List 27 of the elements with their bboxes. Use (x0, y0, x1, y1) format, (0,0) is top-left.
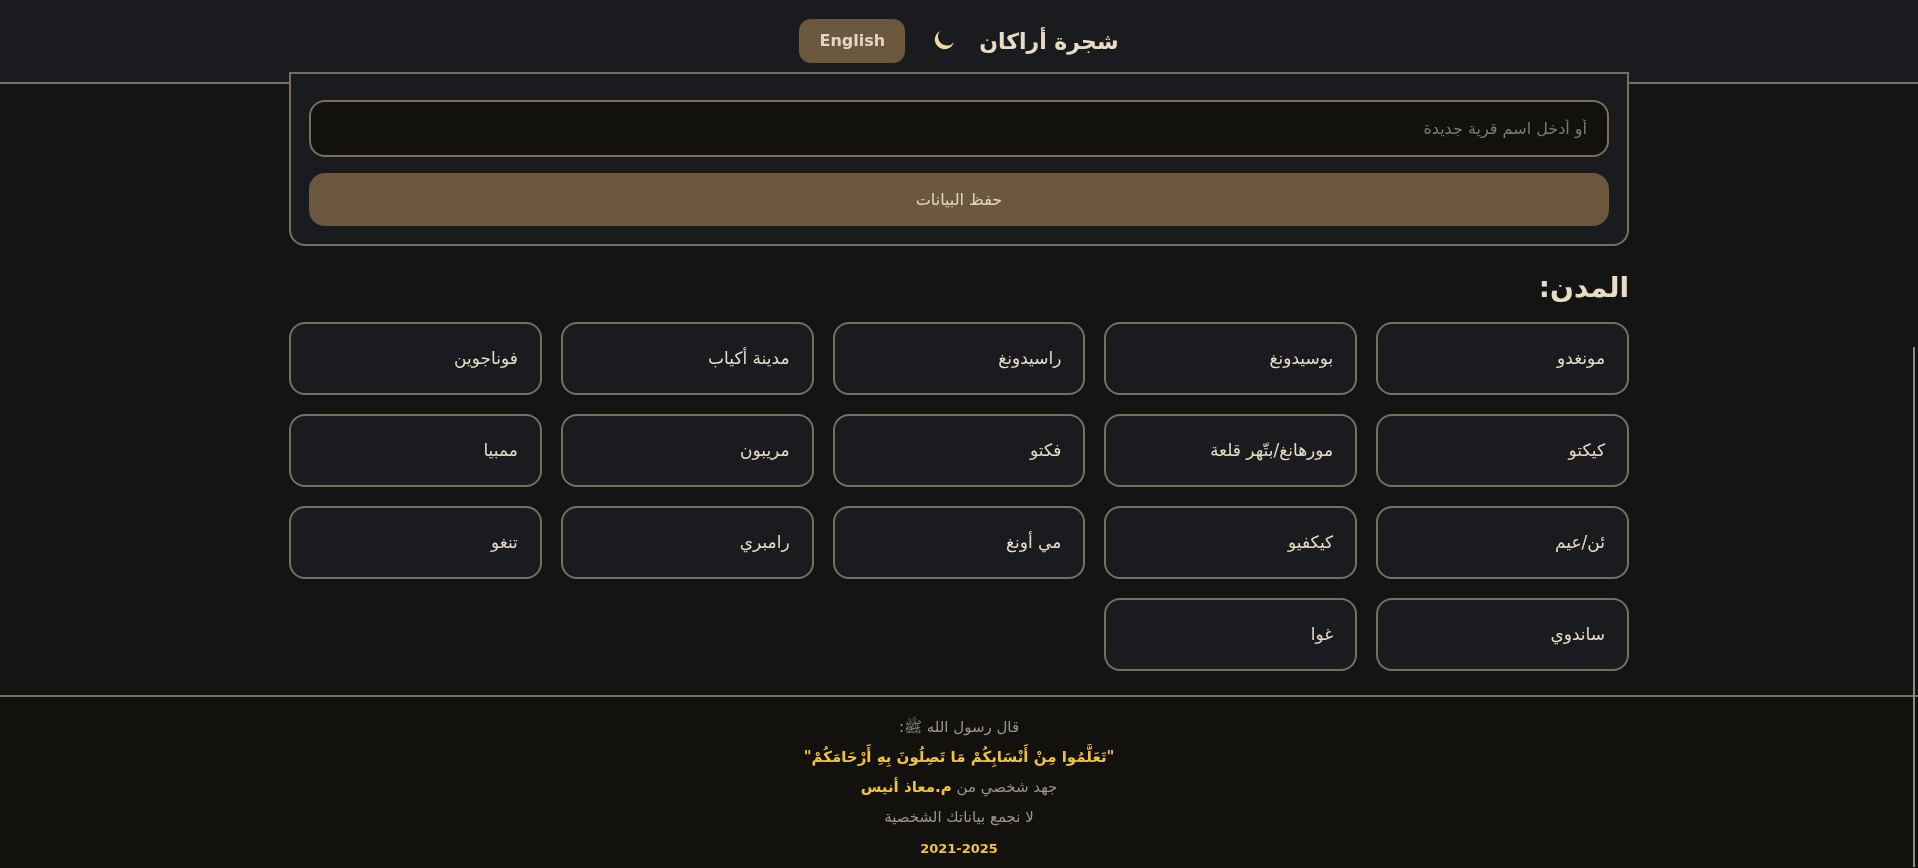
city-card[interactable]: تنغو (289, 506, 542, 579)
city-card[interactable]: ئن/عيم (1376, 506, 1629, 579)
city-card[interactable]: ممبيا (289, 414, 542, 487)
city-card[interactable]: فوناجوين (289, 322, 542, 395)
city-card[interactable]: بوسيدونغ (1104, 322, 1358, 395)
hadith-intro: قال رسول الله ﷺ: (898, 716, 1020, 738)
city-card[interactable]: راسيدونغ (832, 322, 1086, 395)
city-card[interactable]: فكتو (832, 414, 1086, 487)
city-card[interactable]: ساندوي (1376, 598, 1629, 671)
city-card[interactable]: مورهانغ/بتّهر قلعة (1104, 414, 1358, 487)
city-card[interactable]: مي أونغ (832, 506, 1086, 579)
city-card[interactable]: مونغدو (1376, 322, 1629, 395)
hadith-quote: "تَعَلَّمُوا مِنْ أَنْسَابِكُمْ مَا تَصِلُونَ بِهِ أَرْحَامَكُمْ" (803, 745, 1115, 769)
privacy-note: لا نجمع بياناتك الشخصية (884, 807, 1034, 828)
city-card[interactable]: مدينة أكياب (560, 322, 814, 395)
site-title: شجرة أراكان (979, 26, 1119, 57)
save-button[interactable]: حفظ البيانات (309, 173, 1609, 226)
city-card[interactable]: رامبري (560, 506, 814, 579)
city-card[interactable]: كيكفيو (1104, 506, 1358, 579)
copyright-years: 2021-2025 (920, 840, 998, 858)
cities-heading: المدن: (1537, 274, 1629, 302)
scrollbar[interactable] (1913, 347, 1915, 867)
credit-text: جهد شخصي من م.معاذ أنيس (860, 776, 1058, 799)
city-card[interactable]: غوا (1104, 598, 1358, 671)
city-card[interactable]: مريبون (560, 414, 814, 487)
city-card[interactable]: كيكتو (1376, 414, 1629, 487)
language-button[interactable]: English (799, 19, 906, 63)
